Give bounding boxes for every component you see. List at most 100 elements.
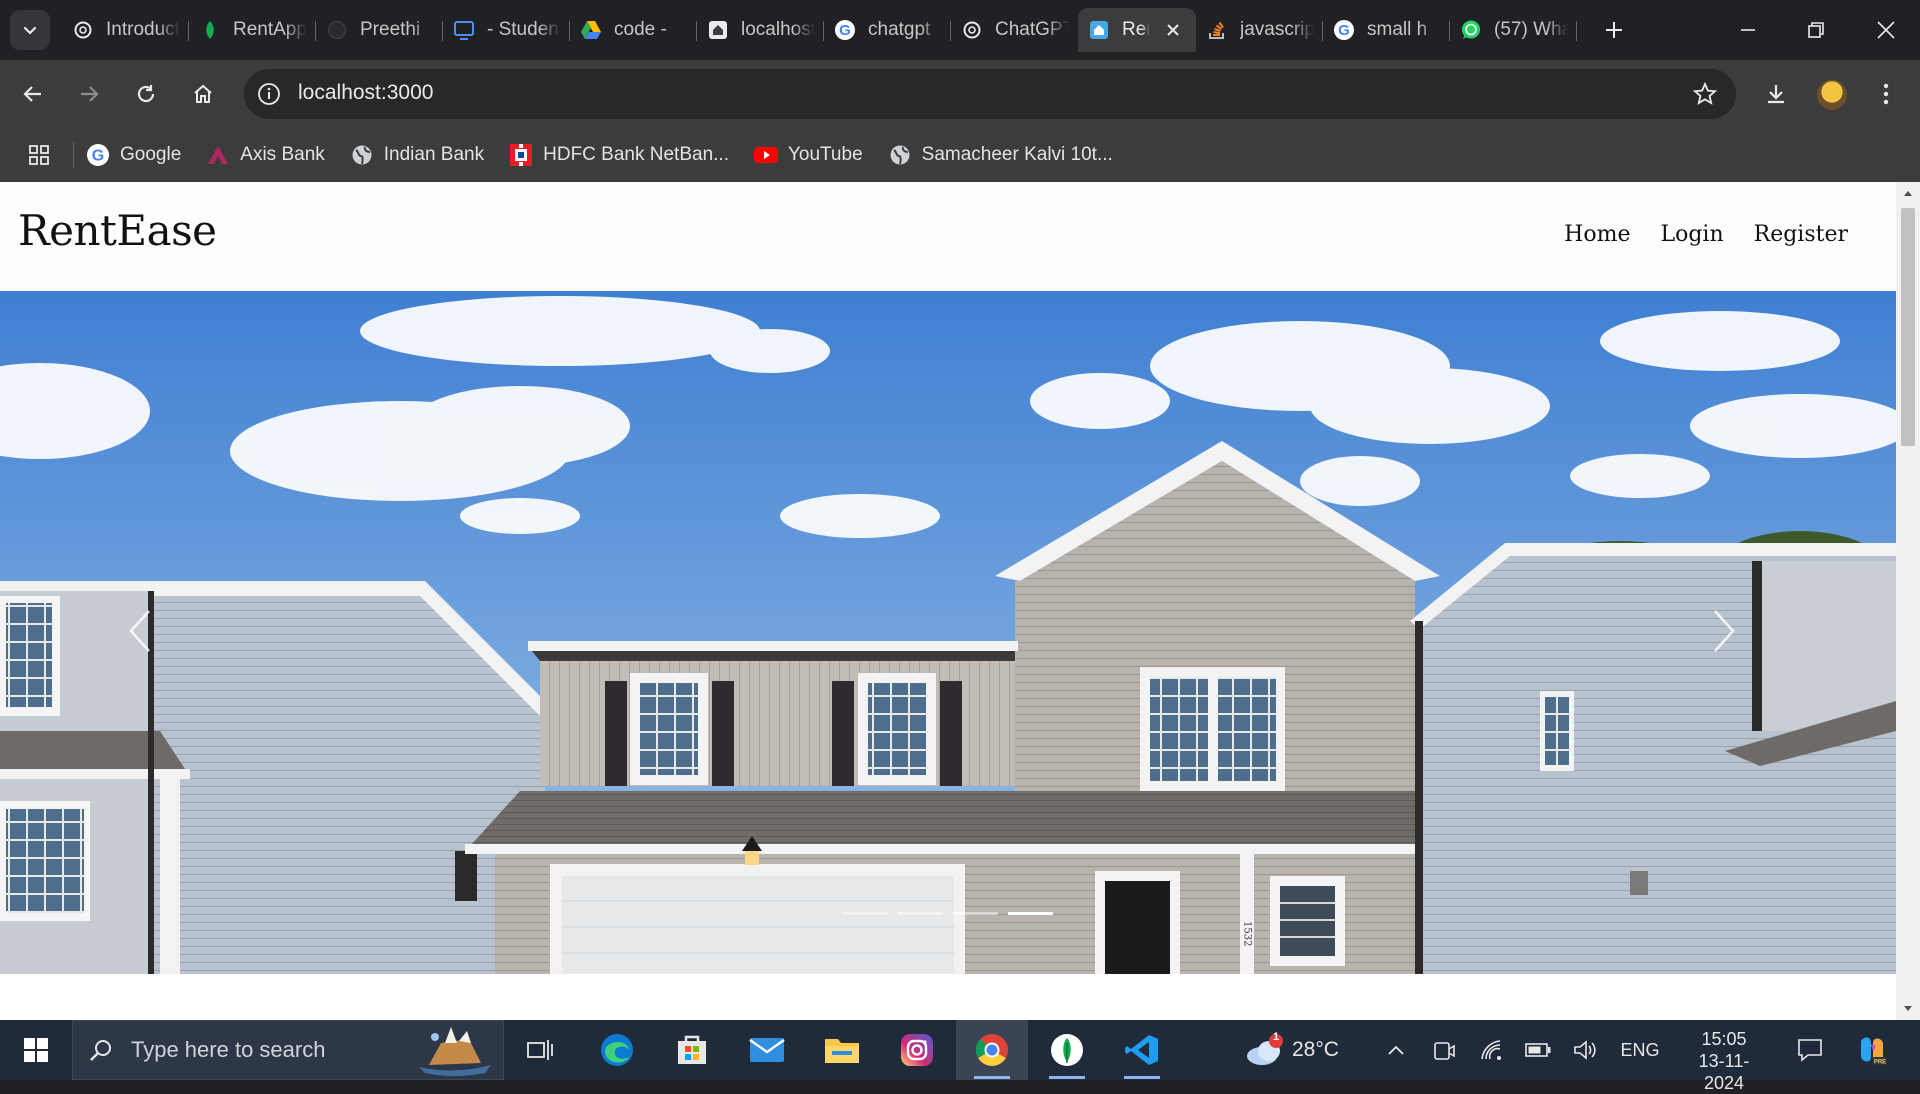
globe-icon — [888, 143, 912, 167]
chrome-menu-button[interactable] — [1866, 74, 1906, 114]
arrow-left-icon — [23, 86, 41, 102]
tab-preethi[interactable]: Preethi — [316, 8, 443, 52]
tab-chatgpt-search[interactable]: G chatgpt — [824, 8, 951, 52]
bookmark-label: Samacheer Kalvi 10t... — [921, 144, 1113, 165]
bookmark-youtube[interactable]: YouTube — [753, 143, 863, 167]
forward-button[interactable] — [69, 74, 109, 114]
search-icon — [90, 1040, 111, 1061]
taskbar-edge[interactable] — [581, 1020, 653, 1080]
bookmark-divider — [73, 142, 74, 168]
scrollbar-thumb[interactable] — [1901, 208, 1915, 446]
new-tab-button[interactable] — [1598, 14, 1630, 46]
taskbar-search-box[interactable]: Type here to search — [72, 1020, 504, 1080]
tab-search-button[interactable] — [10, 10, 50, 50]
nav-home-link[interactable]: Home — [1564, 222, 1630, 247]
taskbar-instagram[interactable] — [881, 1020, 953, 1080]
wifi-icon — [1481, 1040, 1501, 1060]
tab-code[interactable]: code - — [570, 8, 697, 52]
tab-small-h[interactable]: G small h — [1323, 8, 1450, 52]
carousel-indicators — [843, 912, 1053, 915]
scroll-up-icon[interactable] — [1903, 188, 1913, 198]
carousel-indicator-3[interactable] — [953, 912, 998, 915]
task-view-button[interactable] — [504, 1020, 576, 1080]
weather-alert-badge: 1 — [1272, 1031, 1280, 1043]
bookmark-samacheer[interactable]: Samacheer Kalvi 10t... — [888, 143, 1113, 167]
site-nav: Home Login Register — [1564, 222, 1848, 247]
carousel-indicator-1[interactable] — [843, 912, 888, 915]
notification-icon — [1798, 1039, 1822, 1062]
taskbar-store[interactable] — [656, 1020, 728, 1080]
volume-button[interactable] — [1570, 1020, 1602, 1080]
youtube-icon — [753, 143, 778, 167]
battery-button[interactable] — [1522, 1020, 1554, 1080]
carousel-indicator-4[interactable] — [1008, 912, 1053, 915]
home-button[interactable] — [183, 74, 223, 114]
weather-widget[interactable]: 1 28°C — [1244, 1020, 1339, 1080]
taskbar-mail[interactable] — [731, 1020, 803, 1080]
axis-icon — [206, 143, 230, 167]
tab-localhost[interactable]: localhost — [697, 8, 824, 52]
url-text[interactable]: localhost:3000 — [298, 81, 433, 105]
house-number: 1532 — [1242, 921, 1253, 946]
site-logo[interactable]: RentEase — [18, 206, 217, 255]
google-icon: G — [1333, 19, 1355, 41]
close-window-button[interactable] — [1852, 0, 1920, 60]
tab-title: RentEase — [1122, 19, 1150, 40]
windows-taskbar: Type here to search 1 28°C ENG 15:05 13-… — [0, 1020, 1920, 1093]
browser-toolbar: localhost:3000 — [0, 60, 1920, 128]
tab-title: ChatGPT — [995, 19, 1069, 40]
show-hidden-icons-button[interactable] — [1380, 1020, 1412, 1080]
network-button[interactable] — [1476, 1020, 1508, 1080]
address-bar[interactable]: localhost:3000 — [244, 69, 1736, 119]
input-language-button[interactable]: ENG — [1616, 1020, 1664, 1080]
taskbar-mongodb-compass[interactable] — [1031, 1020, 1103, 1080]
google-icon: G — [834, 19, 856, 41]
close-tab-icon[interactable] — [1162, 19, 1184, 41]
taskbar-chrome[interactable] — [956, 1020, 1028, 1080]
apps-button[interactable] — [19, 135, 59, 175]
taskbar-clock[interactable]: 15:05 13-11-2024 — [1680, 1028, 1768, 1094]
tab-title: small h — [1367, 19, 1428, 40]
bookmark-hdfc[interactable]: HDFC Bank NetBan... — [509, 143, 729, 167]
tab-title: - Student — [487, 19, 561, 40]
carousel-indicator-2[interactable] — [898, 912, 943, 915]
taskbar-file-explorer[interactable] — [806, 1020, 878, 1080]
chevron-left-icon — [129, 610, 150, 652]
bookmark-label: YouTube — [787, 144, 863, 165]
reload-button[interactable] — [126, 74, 166, 114]
carousel-next-button[interactable] — [1704, 601, 1744, 661]
tab-introduction[interactable]: Introduction to — [62, 8, 189, 52]
tab-chatgpt[interactable]: ChatGPT — [951, 8, 1078, 52]
profile-avatar[interactable] — [1817, 80, 1847, 110]
copilot-button[interactable]: PRE — [1850, 1020, 1894, 1080]
copilot-icon: PRE — [1861, 1037, 1887, 1066]
minimize-button[interactable] — [1714, 0, 1782, 60]
site-info-icon[interactable] — [256, 81, 282, 107]
bookmark-star-icon[interactable] — [1692, 81, 1718, 107]
page-scrollbar[interactable] — [1896, 182, 1920, 1020]
reload-icon — [137, 85, 155, 103]
tab-strip: Introduction to RentApp Preethi - Studen… — [0, 0, 1920, 60]
restore-button[interactable] — [1782, 0, 1850, 60]
tab-rentease-active[interactable]: RentEase — [1078, 8, 1196, 52]
start-button[interactable] — [0, 1020, 72, 1080]
bookmark-indian-bank[interactable]: Indian Bank — [350, 143, 484, 167]
taskbar-vscode[interactable] — [1106, 1020, 1178, 1080]
tab-student[interactable]: - Student — [443, 8, 570, 52]
downloads-button[interactable] — [1756, 74, 1796, 114]
windows-logo-icon — [24, 1038, 48, 1062]
carousel-prev-button[interactable] — [120, 601, 160, 661]
tab-javascript[interactable]: javascript — [1196, 8, 1323, 52]
notifications-button[interactable] — [1790, 1020, 1830, 1080]
nav-register-link[interactable]: Register — [1754, 222, 1848, 247]
bookmark-google[interactable]: G Google — [86, 143, 181, 167]
scroll-down-icon[interactable] — [1903, 1004, 1913, 1014]
mail-icon — [749, 1038, 785, 1062]
nav-login-link[interactable]: Login — [1660, 222, 1723, 247]
bookmark-axis-bank[interactable]: Axis Bank — [206, 143, 325, 167]
tab-rentapp[interactable]: RentApp — [189, 8, 316, 52]
back-button[interactable] — [13, 74, 53, 114]
meet-now-button[interactable] — [1428, 1020, 1460, 1080]
tab-whatsapp[interactable]: (57) WhatsApp — [1450, 8, 1577, 52]
tab-title: Preethi — [360, 19, 421, 40]
